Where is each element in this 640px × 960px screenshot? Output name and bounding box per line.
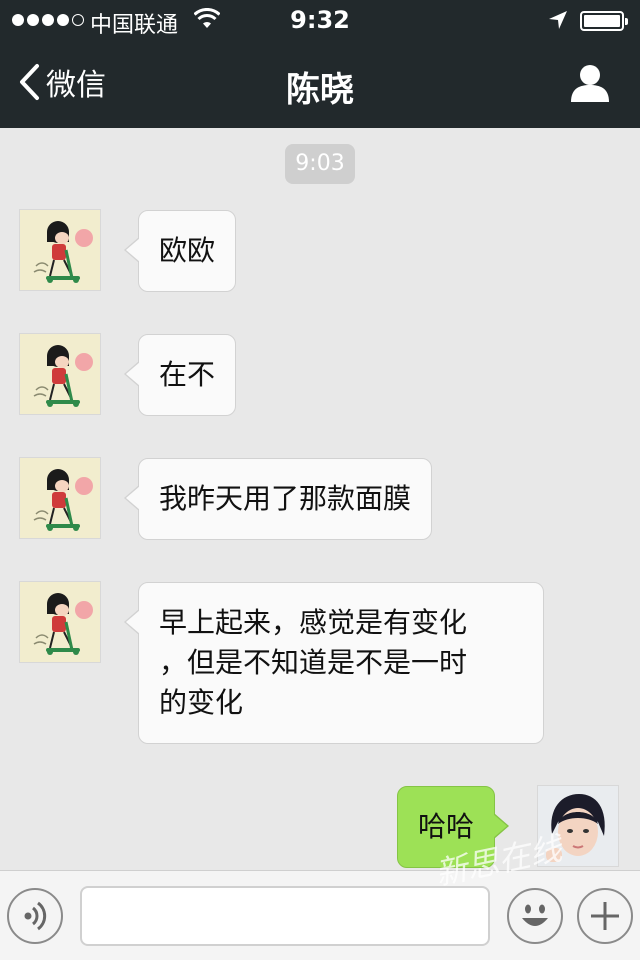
- plus-icon: [591, 902, 619, 930]
- message-input[interactable]: [80, 886, 490, 946]
- status-bar: 中国联通 9:32: [0, 0, 640, 40]
- contact-avatar[interactable]: [19, 581, 101, 663]
- message-timestamp: 9:03: [285, 144, 355, 184]
- contact-avatar[interactable]: [19, 457, 101, 539]
- top-bar: 中国联通 9:32 微信 陈晓: [0, 0, 640, 128]
- message-text: 欧欧: [159, 234, 216, 267]
- battery-icon: [580, 11, 628, 31]
- contact-profile-button[interactable]: [570, 64, 610, 106]
- contact-avatar[interactable]: [19, 333, 101, 415]
- my-avatar[interactable]: [537, 785, 619, 867]
- emoji-button[interactable]: [507, 888, 563, 944]
- status-time: 9:32: [290, 6, 350, 34]
- chat-title: 陈晓: [286, 70, 354, 110]
- message-bubble-received[interactable]: 早上起来，感觉是有变化 ，但是不知道是不是一时 的变化: [124, 582, 544, 744]
- message-text: 哈哈: [418, 810, 475, 843]
- message-text: 在不: [159, 358, 216, 391]
- message-bubble-received[interactable]: 欧欧: [123, 210, 237, 292]
- message-text-line: 的变化: [159, 686, 244, 719]
- emoji-icon: [522, 904, 548, 926]
- message-text-line: 早上起来，感觉是有变化: [159, 606, 468, 639]
- message-text: 我昨天用了那款面膜: [159, 482, 412, 515]
- message-bubble-received[interactable]: 我昨天用了那款面膜: [123, 458, 433, 540]
- voice-icon: [24, 901, 47, 931]
- chat-area[interactable]: 9:03 欧欧 在不 我昨天用了那款面膜 早上起来，感觉是有变化 ，但是不知道是…: [0, 128, 640, 870]
- more-button[interactable]: [577, 888, 633, 944]
- person-icon: [571, 65, 609, 102]
- message-bubble-sent[interactable]: 哈哈: [397, 786, 510, 868]
- input-bar: [0, 870, 640, 960]
- voice-button[interactable]: [7, 888, 63, 944]
- contact-avatar[interactable]: [19, 209, 101, 291]
- message-bubble-received[interactable]: 在不: [123, 334, 237, 416]
- location-arrow-icon: [548, 10, 568, 34]
- message-text-line: ，但是不知道是不是一时: [159, 646, 468, 679]
